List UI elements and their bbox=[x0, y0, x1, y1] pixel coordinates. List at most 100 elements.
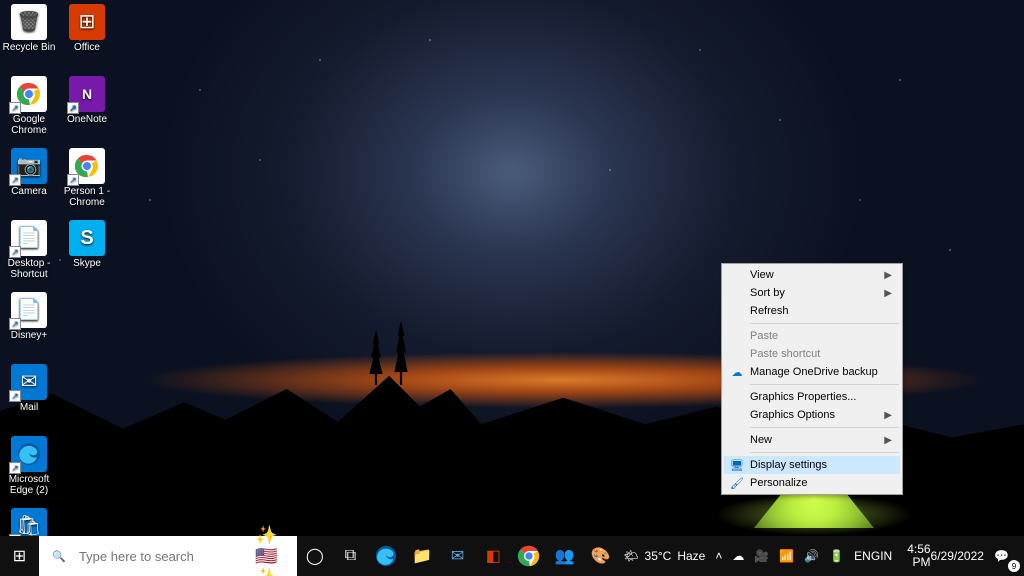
battery-icon: 🔋 bbox=[829, 549, 844, 563]
submenu-arrow-icon: ▶ bbox=[884, 288, 892, 299]
folder-icon: 📁 bbox=[412, 546, 432, 566]
icon-skype[interactable]: S Skype bbox=[60, 218, 114, 288]
taskbar-app-chrome[interactable] bbox=[511, 536, 547, 576]
search-highlight-icon: ✨🇺🇸✨ bbox=[255, 525, 297, 576]
shortcut-overlay-icon: ↗ bbox=[9, 246, 21, 258]
start-button[interactable]: ⊞ bbox=[0, 536, 39, 576]
tray-battery[interactable]: 🔋 bbox=[824, 536, 849, 576]
shortcut-overlay-icon: ↗ bbox=[9, 390, 21, 402]
tray-action-center[interactable]: 💬 9 bbox=[989, 536, 1024, 576]
menu-display-settings[interactable]: 🖥 Display settings bbox=[724, 456, 900, 474]
teams-icon: 👥 bbox=[555, 546, 575, 566]
mail-icon: ✉ bbox=[451, 546, 464, 566]
edge-icon bbox=[375, 545, 397, 567]
icon-edge-2[interactable]: ↗ Microsoft Edge (2) bbox=[2, 434, 56, 504]
desktop[interactable]: 🗑 Recycle Bin ⊞ Office ↗ Google Chrome N… bbox=[0, 0, 1024, 576]
weather-widget[interactable]: 🌤 35°C Haze bbox=[618, 536, 710, 576]
icon-disney[interactable]: 📄↗ Disney+ bbox=[2, 290, 56, 360]
taskbar-app-mail[interactable]: ✉ bbox=[440, 536, 476, 576]
menu-new[interactable]: New▶ bbox=[724, 431, 900, 449]
taskbar-search[interactable]: 🔍 ✨🇺🇸✨ bbox=[39, 536, 297, 576]
shortcut-overlay-icon: ↗ bbox=[9, 318, 21, 330]
menu-label: Paste bbox=[750, 330, 778, 342]
file-icon: 📄↗ bbox=[11, 292, 47, 328]
icon-desktop-shortcut[interactable]: 📄↗ Desktop - Shortcut bbox=[2, 218, 56, 288]
lang-primary: ENG bbox=[854, 550, 880, 563]
taskbar-app-office[interactable]: ◧ bbox=[475, 536, 511, 576]
tray-language[interactable]: ENG IN bbox=[849, 536, 897, 576]
tray-onedrive[interactable]: ☁ bbox=[727, 536, 749, 576]
onedrive-icon: ☁ bbox=[732, 549, 744, 563]
chrome-icon: ↗ bbox=[11, 76, 47, 112]
tray-volume[interactable]: 🔊 bbox=[799, 536, 824, 576]
notification-badge: 9 bbox=[1008, 560, 1020, 572]
weather-icon: 🌤 bbox=[623, 549, 638, 563]
icon-camera[interactable]: 📷↗ Camera bbox=[2, 146, 56, 216]
shortcut-overlay-icon: ↗ bbox=[9, 174, 21, 186]
submenu-arrow-icon: ▶ bbox=[884, 410, 892, 421]
desktop-icons: 🗑 Recycle Bin ⊞ Office ↗ Google Chrome N… bbox=[2, 2, 114, 576]
menu-separator bbox=[750, 427, 899, 428]
taskbar-app-paint[interactable]: 🎨 bbox=[583, 536, 619, 576]
shortcut-overlay-icon: ↗ bbox=[9, 102, 21, 114]
tray-network[interactable]: 📶 bbox=[774, 536, 799, 576]
tray-clock[interactable]: 4:56 PM 6/29/2022 bbox=[897, 536, 989, 576]
icon-label: OneNote bbox=[67, 114, 107, 125]
icon-onenote[interactable]: N↗ OneNote bbox=[60, 74, 114, 144]
icon-google-chrome[interactable]: ↗ Google Chrome bbox=[2, 74, 56, 144]
icon-label: Recycle Bin bbox=[3, 42, 56, 53]
chrome-icon bbox=[518, 545, 540, 567]
taskbar-app-explorer[interactable]: 📁 bbox=[404, 536, 440, 576]
cortana-icon: ◯ bbox=[306, 546, 324, 566]
menu-refresh[interactable]: Refresh bbox=[724, 302, 900, 320]
menu-graphics-options[interactable]: Graphics Options▶ bbox=[724, 406, 900, 424]
icon-label: Disney+ bbox=[11, 330, 47, 341]
file-icon: 📄↗ bbox=[11, 220, 47, 256]
tray-overflow[interactable]: ˄ bbox=[710, 536, 727, 576]
windows-logo-icon: ⊞ bbox=[13, 546, 26, 566]
taskbar-app-edge[interactable] bbox=[368, 536, 404, 576]
menu-label: Personalize bbox=[750, 477, 807, 489]
task-view-button[interactable]: ⧉ bbox=[333, 536, 369, 576]
skype-icon: S bbox=[69, 220, 105, 256]
menu-view[interactable]: View ▶ bbox=[724, 266, 900, 284]
icon-person1-chrome[interactable]: ↗ Person 1 - Chrome bbox=[60, 146, 114, 216]
recycle-bin-icon: 🗑 bbox=[11, 4, 47, 40]
icon-recycle-bin[interactable]: 🗑 Recycle Bin bbox=[2, 2, 56, 72]
tray-meet-now[interactable]: 🎥 bbox=[749, 536, 774, 576]
search-input[interactable] bbox=[79, 549, 255, 564]
menu-paste: Paste bbox=[724, 327, 900, 345]
meet-now-icon: 🎥 bbox=[754, 549, 769, 563]
paint-icon: 🎨 bbox=[590, 546, 610, 566]
icon-office[interactable]: ⊞ Office bbox=[60, 2, 114, 72]
icon-label: Microsoft Edge (2) bbox=[2, 474, 56, 496]
menu-personalize[interactable]: 🖌 Personalize bbox=[724, 474, 900, 492]
menu-label: Graphics Properties... bbox=[750, 391, 856, 403]
volume-icon: 🔊 bbox=[804, 549, 819, 563]
icon-label: Desktop - Shortcut bbox=[2, 258, 56, 280]
personalize-icon: 🖌 bbox=[729, 475, 745, 491]
icon-label: Person 1 - Chrome bbox=[60, 186, 114, 208]
submenu-arrow-icon: ▶ bbox=[884, 270, 892, 281]
menu-graphics-properties[interactable]: Graphics Properties... bbox=[724, 388, 900, 406]
taskbar-app-teams[interactable]: 👥 bbox=[547, 536, 583, 576]
submenu-arrow-icon: ▶ bbox=[884, 435, 892, 446]
taskbar: ⊞ 🔍 ✨🇺🇸✨ ◯ ⧉ 📁 ✉ ◧ 👥 🎨 🌤 35°C Haze ˄ ☁ 🎥… bbox=[0, 536, 1024, 576]
cortana-button[interactable]: ◯ bbox=[297, 536, 333, 576]
icon-label: Skype bbox=[73, 258, 101, 269]
wifi-icon: 📶 bbox=[779, 549, 794, 563]
lang-secondary: IN bbox=[880, 550, 892, 563]
menu-separator bbox=[750, 323, 899, 324]
menu-label: Manage OneDrive backup bbox=[750, 366, 878, 378]
menu-sort-by[interactable]: Sort by▶ bbox=[724, 284, 900, 302]
menu-label: Display settings bbox=[750, 459, 827, 471]
clock-date: 6/29/2022 bbox=[931, 550, 984, 563]
shortcut-overlay-icon: ↗ bbox=[9, 462, 21, 474]
icon-label: Mail bbox=[20, 402, 38, 413]
display-icon: 🖥 bbox=[729, 457, 745, 473]
menu-onedrive-backup[interactable]: ☁Manage OneDrive backup bbox=[724, 363, 900, 381]
menu-label: View bbox=[750, 269, 774, 281]
camera-icon: 📷↗ bbox=[11, 148, 47, 184]
icon-label: Google Chrome bbox=[2, 114, 56, 136]
icon-mail[interactable]: ✉↗ Mail bbox=[2, 362, 56, 432]
